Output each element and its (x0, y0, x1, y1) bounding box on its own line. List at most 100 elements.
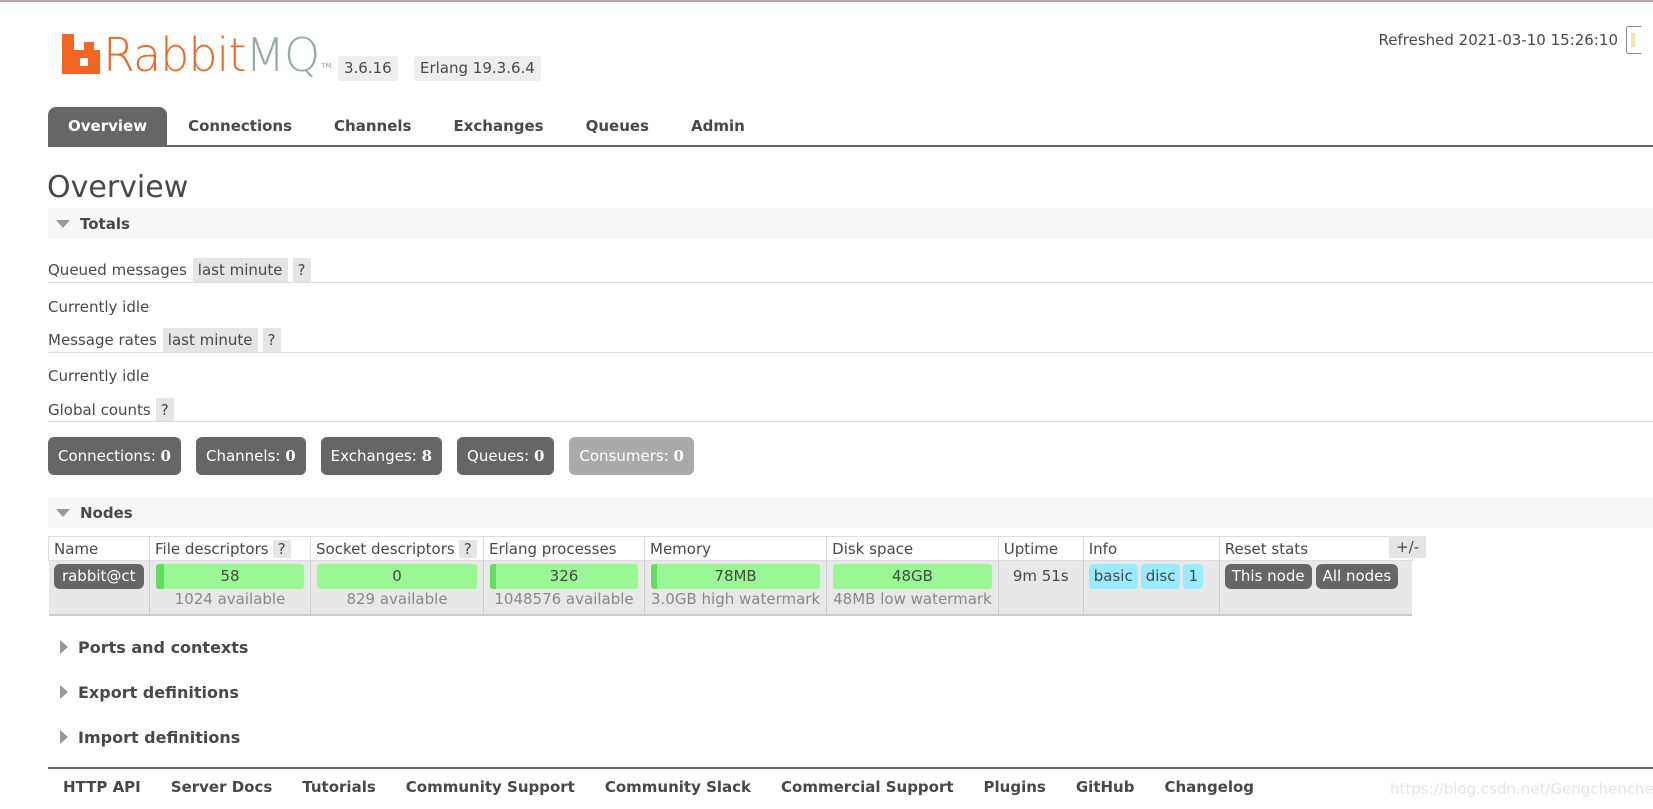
rabbitmq-logo: RabbitMQ TM (62, 30, 332, 80)
info-badge-disc: disc (1140, 564, 1181, 589)
refreshed-timestamp: Refreshed 2021-03-10 15:26:10 (1378, 31, 1618, 49)
connections-count: 0 (160, 447, 171, 465)
tab-channels[interactable]: Channels (313, 107, 432, 146)
channels-count-button[interactable]: Channels: 0 (195, 437, 306, 475)
exchanges-count-button[interactable]: Exchanges: 8 (320, 437, 443, 475)
tab-connections[interactable]: Connections (167, 107, 313, 146)
help-icon[interactable]: ? (262, 328, 281, 352)
divider (48, 421, 1653, 422)
queues-count-button[interactable]: Queues: 0 (457, 437, 555, 475)
nodes-section-header[interactable]: Nodes (48, 497, 1653, 528)
footer-link-tutorials[interactable]: Tutorials (287, 778, 390, 796)
expanded-arrow-icon (56, 508, 70, 517)
col-file-descriptors: File descriptors? (149, 536, 311, 561)
logo-text-mq: MQ (245, 28, 320, 82)
message-rates-range-button[interactable]: last minute (162, 328, 258, 352)
toggle-columns-button[interactable]: +/- (1389, 536, 1427, 558)
help-icon[interactable]: ? (292, 258, 311, 282)
footer-link-server-docs[interactable]: Server Docs (156, 778, 288, 796)
totals-section-header[interactable]: Totals (48, 208, 1653, 239)
export-definitions-section-header[interactable]: Export definitions (60, 680, 239, 704)
tab-overview[interactable]: Overview (48, 107, 168, 146)
ports-contexts-label: Ports and contexts (78, 637, 249, 657)
col-name: Name (48, 536, 150, 561)
version-badge: 3.6.16 (338, 56, 398, 81)
main-nav-tabs: Overview Connections Channels Exchanges … (48, 107, 766, 146)
footer-link-plugins[interactable]: Plugins (969, 778, 1061, 796)
col-uptime: Uptime (997, 536, 1084, 561)
socket-descriptors-bar: 0 (317, 564, 477, 589)
tab-exchanges[interactable]: Exchanges (432, 107, 564, 146)
socket-descriptors-cell: 0 829 available (310, 560, 484, 616)
consumers-count: 0 (673, 447, 684, 465)
totals-label: Totals (80, 214, 130, 233)
import-definitions-section-header[interactable]: Import definitions (60, 725, 240, 749)
expanded-arrow-icon (56, 219, 70, 228)
bar-fill (156, 564, 165, 589)
logo-trademark: TM (321, 62, 332, 70)
logo-text-rabbit: Rabbit (103, 28, 246, 82)
file-descriptors-bar: 58 (156, 564, 304, 589)
footer-link-commercial-support[interactable]: Commercial Support (766, 778, 969, 796)
divider (48, 352, 1653, 353)
global-counts-label: Global counts (48, 401, 151, 419)
footer-links: HTTP API Server Docs Tutorials Community… (48, 778, 1269, 796)
info-cell: basic disc 1 (1082, 560, 1220, 616)
queued-messages-header: Queued messages last minute ? (48, 258, 311, 282)
connections-count-button[interactable]: Connections: 0 (48, 437, 181, 475)
col-disk-space: Disk space (826, 536, 999, 561)
footer-link-github[interactable]: GitHub (1061, 778, 1150, 796)
node-name-link[interactable]: rabbit@ct (53, 564, 144, 589)
queued-messages-label: Queued messages (48, 261, 187, 279)
memory-watermark: 3.0GB high watermark (651, 590, 821, 608)
page-title: Overview (47, 170, 189, 205)
collapsed-arrow-icon (60, 685, 68, 699)
help-icon[interactable]: ? (272, 539, 291, 558)
reset-all-nodes-button[interactable]: All nodes (1315, 564, 1399, 589)
queues-count: 0 (533, 447, 545, 465)
help-icon[interactable]: ? (155, 398, 174, 422)
ports-contexts-section-header[interactable]: Ports and contexts (60, 635, 248, 659)
info-badge-count: 1 (1183, 564, 1204, 589)
memory-bar: 78MB (651, 564, 821, 589)
refresh-interval-select[interactable] (1626, 26, 1641, 54)
collapsed-arrow-icon (60, 640, 68, 654)
queued-messages-range-button[interactable]: last minute (192, 258, 288, 282)
socket-descriptors-available: 829 available (346, 590, 448, 608)
col-erlang-processes: Erlang processes (483, 536, 645, 561)
file-descriptors-cell: 58 1024 available (149, 560, 311, 616)
reset-this-node-button[interactable]: This node (1224, 564, 1312, 589)
footer-link-community-support[interactable]: Community Support (391, 778, 590, 796)
nodes-table: Name File descriptors? Socket descriptor… (48, 536, 1413, 616)
exchanges-count: 8 (421, 447, 433, 465)
disk-space-cell: 48GB 48MB low watermark (826, 560, 999, 616)
tab-admin[interactable]: Admin (670, 107, 766, 146)
export-definitions-label: Export definitions (78, 682, 239, 702)
consumers-count-button[interactable]: Consumers: 0 (569, 437, 694, 475)
erlang-version-badge: Erlang 19.3.6.4 (414, 56, 541, 81)
help-icon[interactable]: ? (458, 539, 477, 558)
collapsed-arrow-icon (60, 730, 68, 744)
message-rates-label: Message rates (48, 331, 157, 349)
import-definitions-label: Import definitions (78, 727, 241, 747)
col-info: Info (1082, 536, 1220, 561)
message-rates-status: Currently idle (48, 367, 150, 385)
node-name-cell: rabbit@ct (48, 560, 150, 616)
bar-fill (651, 564, 657, 589)
uptime-cell: 9m 51s (997, 560, 1084, 616)
col-socket-descriptors: Socket descriptors? (310, 536, 484, 561)
watermark: https://blog.csdn.net/Gengchenchen (1390, 780, 1653, 798)
tab-queues[interactable]: Queues (565, 107, 670, 146)
global-counts-header: Global counts ? (48, 398, 174, 422)
footer-link-http-api[interactable]: HTTP API (48, 778, 156, 796)
nodes-label: Nodes (80, 503, 133, 522)
reset-stats-cell: This node All nodes (1218, 560, 1413, 616)
rabbit-logo-icon (62, 34, 100, 74)
footer-link-community-slack[interactable]: Community Slack (590, 778, 766, 796)
disk-space-watermark: 48MB low watermark (833, 590, 992, 608)
footer-link-changelog[interactable]: Changelog (1149, 778, 1269, 796)
message-rates-header: Message rates last minute ? (48, 328, 281, 352)
window-top-border (0, 0, 1653, 2)
tab-divider (48, 145, 1653, 147)
refresh-status: Refreshed 2021-03-10 15:26:10 (1379, 26, 1641, 54)
